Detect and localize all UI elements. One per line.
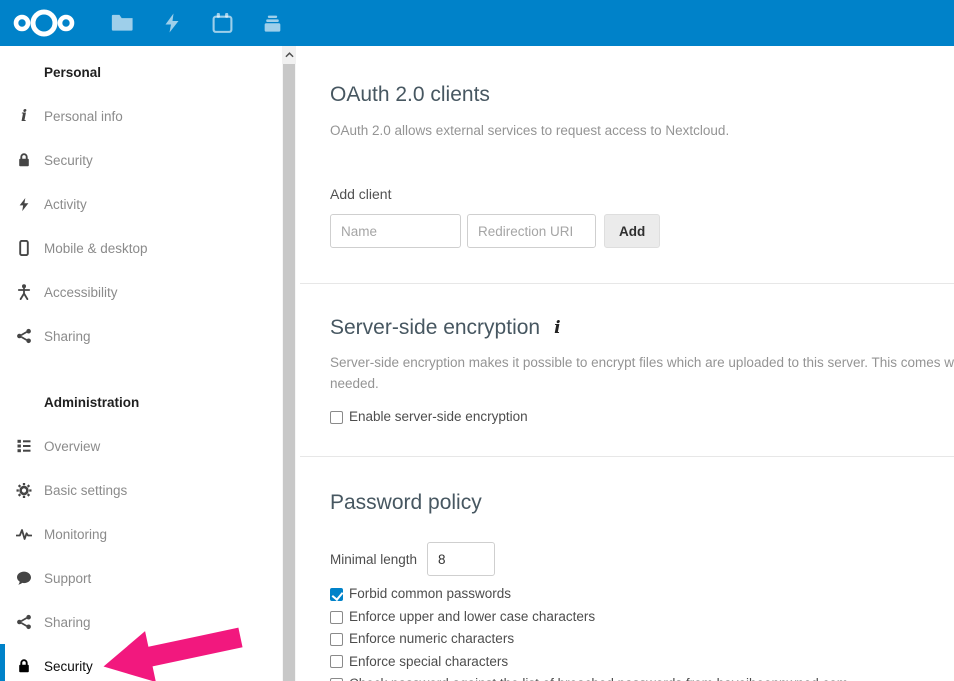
activity-bolt-icon[interactable] [147, 0, 197, 46]
encryption-section: Server-side encryption i Server-side enc… [300, 283, 954, 456]
add-client-button[interactable]: Add [604, 214, 660, 248]
sidebar-item-basic-settings[interactable]: Basic settings [0, 468, 300, 512]
checkbox-label: Forbid common passwords [349, 584, 511, 604]
checkbox[interactable] [330, 588, 343, 601]
phone-icon [16, 240, 32, 256]
sidebar-item-label: Accessibility [44, 285, 118, 300]
add-client-label: Add client [330, 186, 954, 202]
settings-sidebar: Personal i Personal info Security Activi… [0, 46, 300, 681]
chat-icon [16, 570, 32, 586]
sidebar-item-label: Basic settings [44, 483, 127, 498]
nextcloud-settings-page: Personal i Personal info Security Activi… [0, 0, 954, 681]
sidebar-item-accessibility[interactable]: Accessibility [0, 270, 300, 314]
gear-icon [16, 482, 32, 498]
checkbox-label: Check password against the list of breac… [349, 674, 848, 681]
password-policy-title: Password policy [330, 490, 954, 516]
sidebar-item-label: Personal info [44, 109, 123, 124]
sidebar-caption-administration: Administration [0, 380, 300, 424]
chevron-up-icon [285, 52, 294, 58]
checkbox-label: Enforce numeric characters [349, 629, 514, 649]
encryption-title: Server-side encryption [330, 315, 540, 341]
bolt-icon [16, 196, 32, 212]
sidebar-item-label: Security [44, 659, 93, 674]
password-policy-options: Forbid common passwords Enforce upper an… [330, 584, 954, 681]
settings-content: OAuth 2.0 clients OAuth 2.0 allows exter… [300, 46, 954, 681]
sidebar-item-security-personal[interactable]: Security [0, 138, 300, 182]
deck-icon[interactable] [247, 0, 297, 46]
redirection-uri-input[interactable] [467, 214, 596, 248]
scrollbar-thumb[interactable] [283, 64, 295, 681]
lock-icon [16, 152, 32, 168]
sidebar-item-label: Security [44, 153, 93, 168]
sidebar-item-label: Mobile & desktop [44, 241, 148, 256]
encryption-description-line2: needed. [330, 373, 954, 394]
app-menu [97, 0, 297, 46]
checkbox[interactable] [330, 655, 343, 668]
check-breached-passwords-row[interactable]: Check password against the list of breac… [330, 674, 954, 681]
enable-encryption-checkbox-row[interactable]: Enable server-side encryption [330, 407, 954, 427]
share-icon [16, 328, 32, 344]
checkbox[interactable] [330, 411, 343, 424]
enforce-numeric-row[interactable]: Enforce numeric characters [330, 629, 954, 649]
sidebar-caption-personal: Personal [0, 50, 300, 94]
sidebar-item-label: Sharing [44, 329, 91, 344]
minimal-length-label: Minimal length [330, 552, 417, 567]
checkbox-label: Enforce upper and lower case characters [349, 607, 595, 627]
sidebar-item-sharing-admin[interactable]: Sharing [0, 600, 300, 644]
list-icon [16, 438, 32, 454]
enforce-special-row[interactable]: Enforce special characters [330, 652, 954, 672]
sidebar-item-label: Support [44, 571, 91, 586]
sidebar-item-label: Sharing [44, 615, 91, 630]
client-name-input[interactable] [330, 214, 461, 248]
lock-icon [16, 658, 32, 674]
checkbox[interactable] [330, 633, 343, 646]
scrollbar-up-button[interactable] [282, 46, 296, 64]
share-icon [16, 614, 32, 630]
oauth-title: OAuth 2.0 clients [330, 82, 954, 108]
checkbox-label: Enable server-side encryption [349, 407, 528, 427]
encryption-description-line1: Server-side encryption makes it possible… [330, 352, 954, 373]
sidebar-item-security-admin[interactable]: Security [0, 644, 300, 681]
password-policy-section: Password policy Minimal length Forbid co… [300, 456, 954, 681]
enforce-upper-lower-row[interactable]: Enforce upper and lower case characters [330, 607, 954, 627]
nextcloud-logo[interactable] [13, 8, 75, 38]
sidebar-scrollbar[interactable] [282, 46, 296, 681]
oauth-section: OAuth 2.0 clients OAuth 2.0 allows exter… [300, 46, 954, 283]
accessibility-icon [16, 284, 32, 300]
checkbox-label: Enforce special characters [349, 652, 508, 672]
sidebar-item-support[interactable]: Support [0, 556, 300, 600]
sidebar-item-label: Activity [44, 197, 87, 212]
sidebar-item-personal-info[interactable]: i Personal info [0, 94, 300, 138]
sidebar-item-mobile-desktop[interactable]: Mobile & desktop [0, 226, 300, 270]
oauth-description: OAuth 2.0 allows external services to re… [330, 121, 954, 141]
minimal-length-input[interactable] [427, 542, 495, 576]
sidebar-item-overview[interactable]: Overview [0, 424, 300, 468]
info-icon[interactable]: i [554, 318, 560, 338]
checkbox[interactable] [330, 611, 343, 624]
top-header-bar [0, 0, 954, 46]
sidebar-item-label: Monitoring [44, 527, 107, 542]
info-icon: i [16, 108, 32, 124]
sidebar-item-monitoring[interactable]: Monitoring [0, 512, 300, 556]
sidebar-item-label: Overview [44, 439, 100, 454]
calendar-icon[interactable] [197, 0, 247, 46]
sidebar-item-sharing-personal[interactable]: Sharing [0, 314, 300, 358]
forbid-common-passwords-row[interactable]: Forbid common passwords [330, 584, 954, 604]
pulse-icon [16, 526, 32, 542]
files-folder-icon[interactable] [97, 0, 147, 46]
sidebar-item-activity[interactable]: Activity [0, 182, 300, 226]
